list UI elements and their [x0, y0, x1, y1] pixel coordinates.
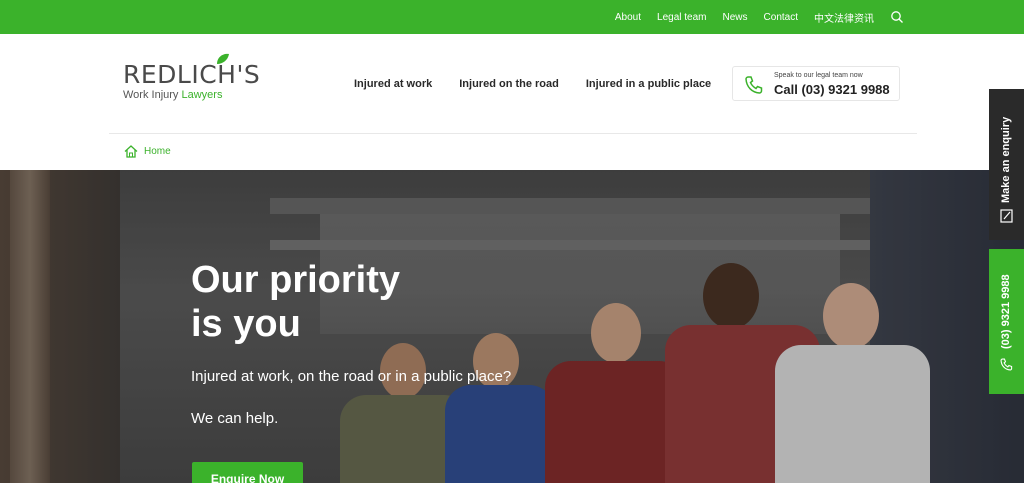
- make-enquiry-label: Make an enquiry: [1000, 116, 1012, 203]
- make-enquiry-tab[interactable]: Make an enquiry: [989, 89, 1024, 240]
- hero-title-line1: Our priority: [191, 259, 401, 301]
- phone-tab-number: (03) 9321 9988: [1000, 274, 1012, 349]
- leaf-icon: [215, 52, 231, 71]
- call-number[interactable]: Call (03) 9321 9988: [774, 82, 890, 97]
- main-nav: Injured at work Injured on the road Inju…: [354, 78, 738, 90]
- logo-sub-plain: Work Injury: [123, 89, 179, 101]
- breadcrumb-home[interactable]: Home: [144, 146, 171, 157]
- edit-icon: [1000, 209, 1013, 228]
- top-nav: About Legal team News Contact 中文法律资讯: [599, 0, 904, 34]
- top-bar: About Legal team News Contact 中文法律资讯: [0, 0, 1024, 34]
- header-divider: [109, 133, 917, 134]
- logo-sub-green: Lawyers: [181, 89, 223, 101]
- call-prompt: Speak to our legal team now: [774, 72, 863, 79]
- topnav-chinese[interactable]: 中文法律资讯: [814, 10, 874, 25]
- logo-main-text: REDLICH'S: [123, 60, 261, 89]
- enquire-now-button[interactable]: Enquire Now: [192, 462, 303, 483]
- hero-title-line2: is you: [191, 303, 301, 345]
- topnav-legal-team[interactable]: Legal team: [657, 12, 706, 23]
- phone-icon: [743, 74, 765, 101]
- topnav-news[interactable]: News: [723, 12, 748, 23]
- hero-overlay: [0, 170, 1024, 483]
- call-box[interactable]: Speak to our legal team now Call (03) 93…: [732, 66, 900, 101]
- search-icon[interactable]: [890, 10, 904, 24]
- hero-tagline: We can help.: [191, 410, 279, 427]
- phone-tab-icon: [999, 357, 1014, 377]
- hero-title: Our priority is you: [191, 258, 400, 346]
- nav-injured-at-work[interactable]: Injured at work: [354, 78, 432, 90]
- home-icon: [124, 145, 138, 158]
- nav-injured-in-public-place[interactable]: Injured in a public place: [586, 78, 711, 90]
- hero-subtitle: Injured at work, on the road or in a pub…: [191, 368, 512, 385]
- hero-banner: Our priority is you Injured at work, on …: [0, 170, 1024, 483]
- logo-sub-text: Work Injury Lawyers: [123, 89, 260, 101]
- topnav-about[interactable]: About: [615, 12, 641, 23]
- nav-injured-on-the-road[interactable]: Injured on the road: [459, 78, 559, 90]
- topnav-contact[interactable]: Contact: [764, 12, 798, 23]
- logo[interactable]: REDLICH'S Work Injury Lawyers: [123, 53, 261, 101]
- breadcrumb: Home: [124, 145, 171, 158]
- phone-tab[interactable]: (03) 9321 9988: [989, 249, 1024, 394]
